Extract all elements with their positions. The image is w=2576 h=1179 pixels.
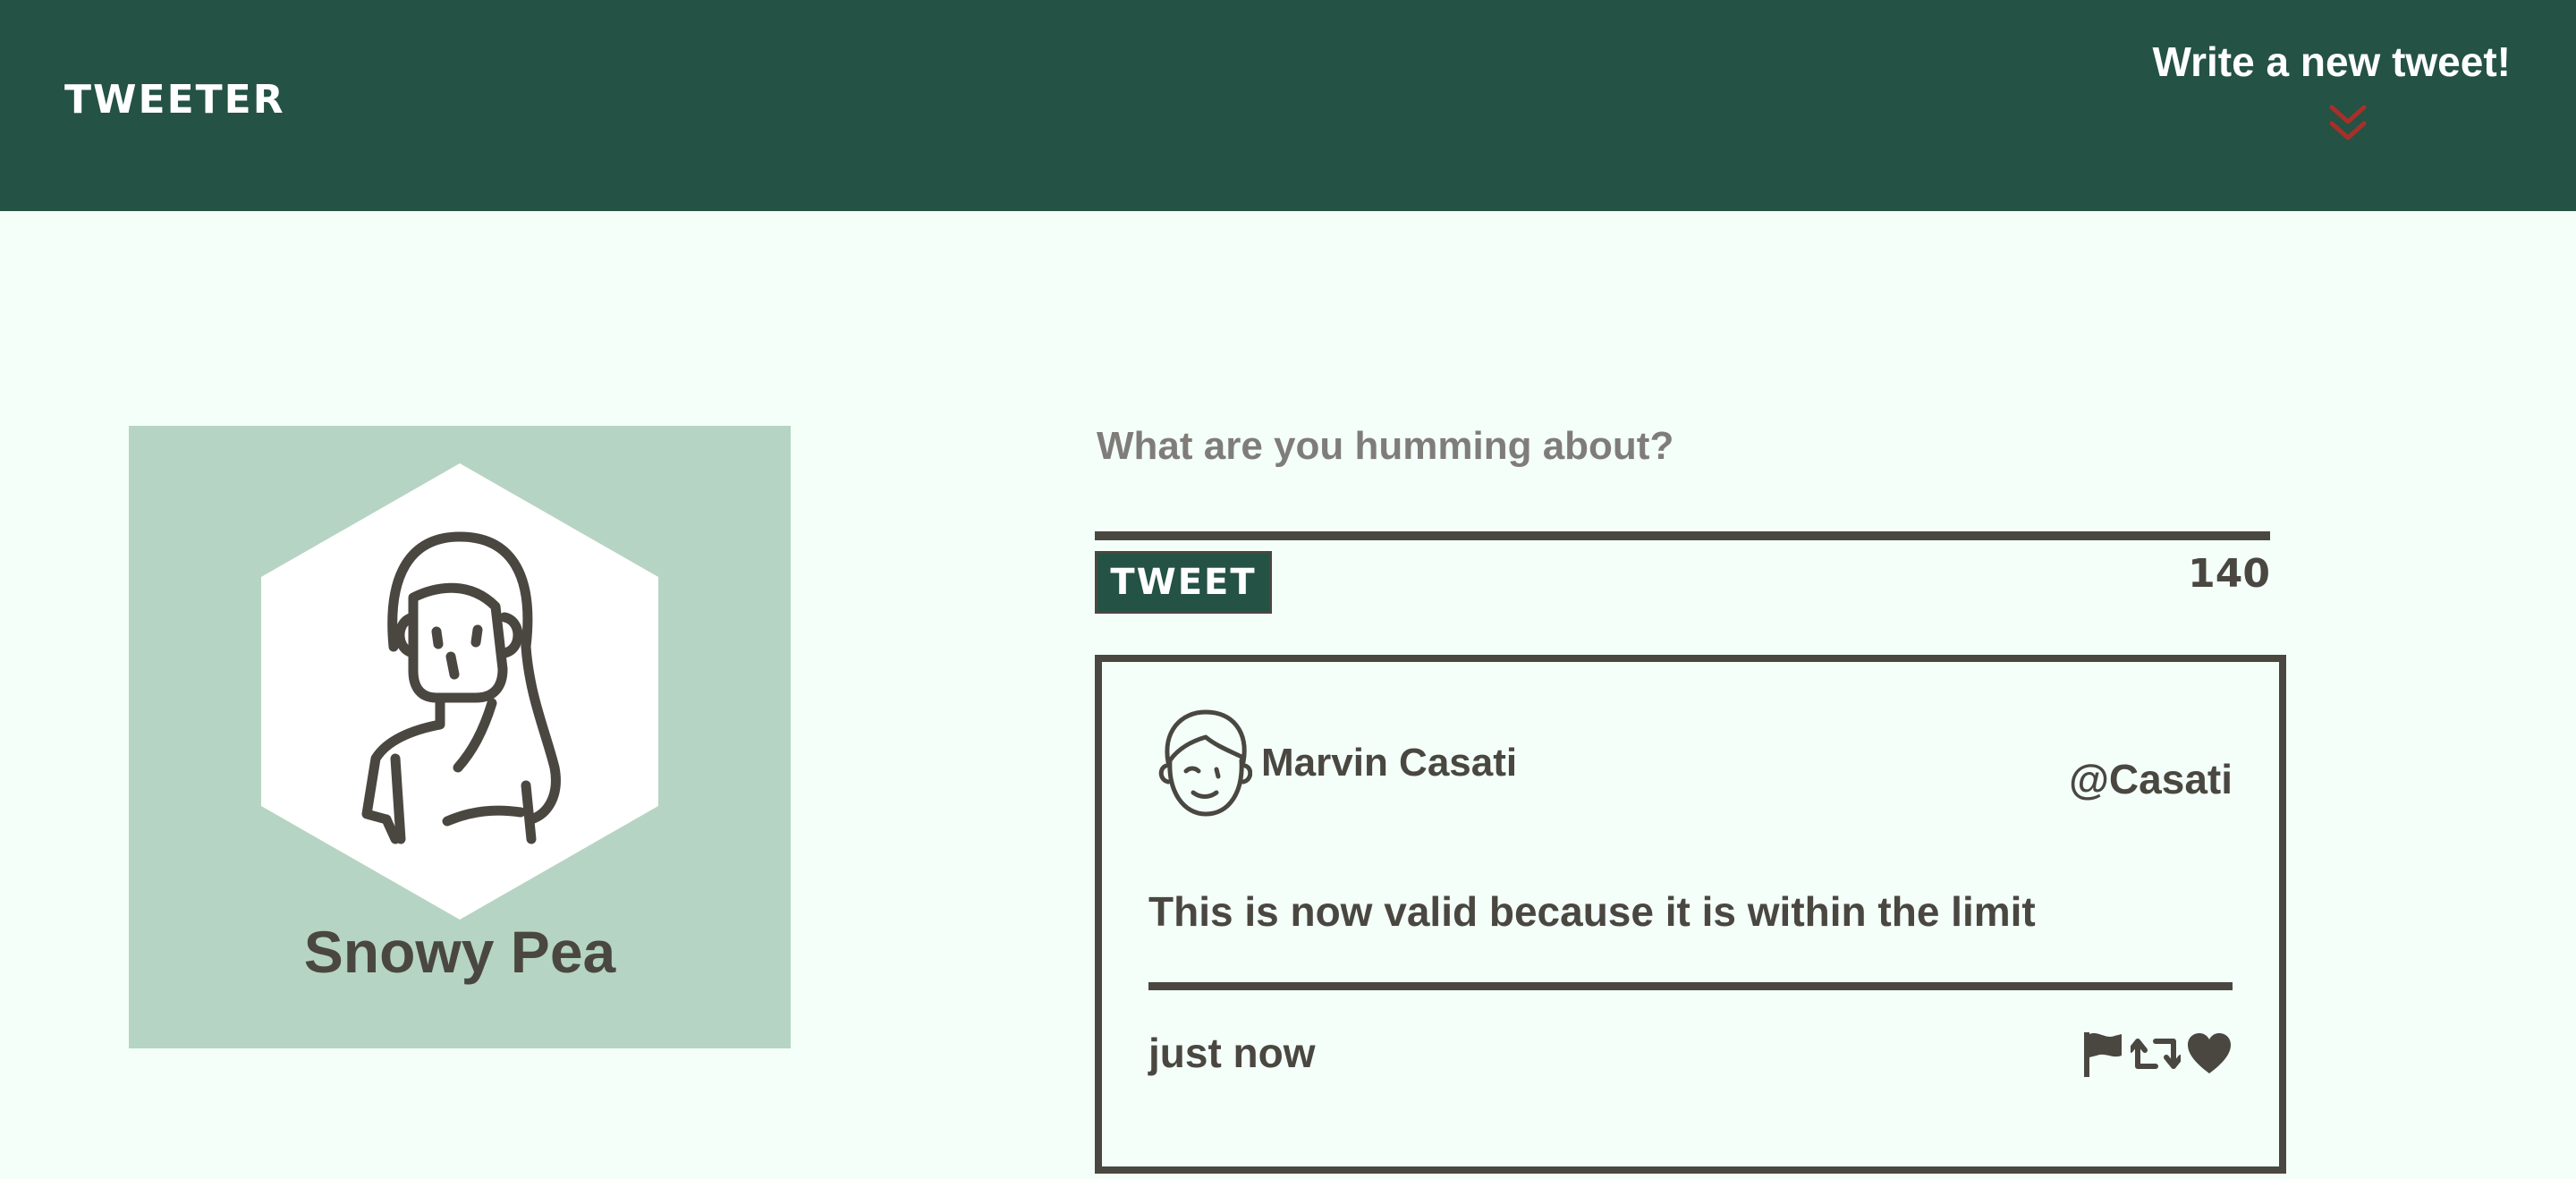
retweet-icon[interactable] [2131, 1029, 2181, 1079]
tweet-input[interactable] [1097, 424, 2268, 510]
composer-divider [1095, 531, 2270, 540]
profile-name: Snowy Pea [303, 919, 616, 985]
tweet-timestamp: just now [1148, 1030, 1316, 1076]
tweet-composer: TWEET 140 [1095, 417, 2270, 623]
compose-toggle-label[interactable]: Write a new tweet! [2135, 38, 2511, 86]
profile-card: Snowy Pea [129, 426, 791, 1048]
brand-logo[interactable]: TWEETER [64, 77, 285, 123]
tweet-card: Marvin Casati @Casati This is now valid … [1095, 655, 2286, 1174]
tweet-divider [1148, 982, 2233, 990]
flag-icon[interactable] [2080, 1029, 2123, 1079]
tweet-author-handle[interactable]: @Casati [2069, 755, 2233, 803]
boy-avatar-icon [1158, 709, 1252, 817]
tweet-actions [2080, 1029, 2233, 1081]
compose-toggle[interactable]: Write a new tweet! [2135, 38, 2511, 145]
character-counter: 140 [2188, 551, 2270, 597]
top-nav: TWEETER Write a new tweet! [0, 0, 2576, 211]
girl-avatar-icon [261, 463, 658, 920]
double-chevron-down-icon[interactable] [2328, 102, 2368, 145]
tweet-button[interactable]: TWEET [1095, 551, 1272, 614]
tweet-text: This is now valid because it is within t… [1148, 888, 2036, 935]
heart-icon[interactable] [2186, 1029, 2233, 1079]
tweet-author-name[interactable]: Marvin Casati [1261, 741, 1517, 785]
